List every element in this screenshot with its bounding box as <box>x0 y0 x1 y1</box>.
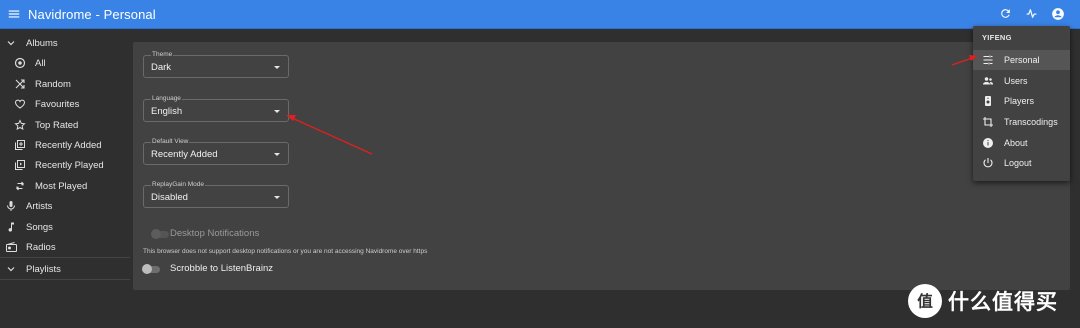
radio-icon <box>4 240 18 254</box>
power-icon <box>982 157 994 169</box>
menu-item-users[interactable]: Users <box>973 71 1070 91</box>
desktop-notifications-toggle[interactable] <box>151 229 169 239</box>
shuffle-icon <box>13 77 27 91</box>
menu-item-label: Players <box>1004 96 1035 106</box>
notification-helper-text: This browser does not support desktop no… <box>143 248 428 255</box>
heart-icon <box>13 97 27 111</box>
menu-item-logout[interactable]: Logout <box>973 153 1070 173</box>
sidebar-item-label: Albums <box>26 37 58 49</box>
chevron-down-icon <box>4 36 18 50</box>
menu-item-label: Personal <box>1004 55 1040 65</box>
menu-item-transcodings[interactable]: Transcodings <box>973 112 1070 132</box>
sidebar-item-label: Playlists <box>26 263 61 275</box>
menu-item-about[interactable]: About <box>973 133 1070 153</box>
sidebar-item-label: Most Played <box>35 180 88 192</box>
menu-item-label: Transcodings <box>1004 117 1058 127</box>
watermark: 值 什么值得买 <box>908 282 1073 320</box>
menu-item-personal[interactable]: Personal <box>973 50 1070 70</box>
sidebar-item-playlists[interactable]: Playlists <box>0 259 130 279</box>
desktop-notifications-label: Desktop Notifications <box>170 228 260 239</box>
sidebar-item-label: Songs <box>26 221 53 233</box>
sidebar-item-label: Favourites <box>35 98 80 110</box>
sidebar-item-label: Top Rated <box>35 119 79 131</box>
menu-item-label: Logout <box>1004 158 1032 168</box>
sidebar-item-label: All <box>35 57 46 69</box>
sidebar-item-recently-added[interactable]: Recently Added <box>0 135 130 155</box>
sidebar-item-label: Artists <box>26 200 53 212</box>
theme-value: Dark <box>151 62 172 73</box>
repeat-icon <box>13 179 27 193</box>
watermark-text: 什么值得买 <box>948 290 1058 314</box>
library-add-icon <box>13 138 27 152</box>
menu-item-players[interactable]: Players <box>973 91 1070 111</box>
dropdown-arrow-icon <box>274 196 280 199</box>
sidebar-divider <box>0 257 130 258</box>
menu-icon[interactable] <box>3 3 25 25</box>
speaker-icon <box>982 95 994 107</box>
replaygain-select[interactable]: ReplayGain Mode Disabled <box>143 180 289 208</box>
sidebar-item-songs[interactable]: Songs <box>0 217 130 237</box>
sidebar-item-label: Recently Added <box>35 139 102 151</box>
svg-text:值: 值 <box>917 292 933 311</box>
sidebar-item-label: Recently Played <box>35 159 104 171</box>
language-select[interactable]: Language English <box>143 94 289 122</box>
sidebar: Albums All Random Favourites Top Rated R… <box>0 31 130 328</box>
chevron-down-icon <box>4 262 18 276</box>
zhi-logo-icon: 值 <box>908 284 942 318</box>
sidebar-item-label: Random <box>35 78 71 90</box>
sidebar-item-top-rated[interactable]: Top Rated <box>0 115 130 135</box>
sidebar-item-albums[interactable]: Albums <box>0 33 130 53</box>
replaygain-label: ReplayGain Mode <box>151 180 206 189</box>
dropdown-arrow-icon <box>274 66 280 69</box>
username: YIFENG <box>982 33 1012 42</box>
menu-item-label: About <box>1004 138 1028 148</box>
library-play-icon <box>13 158 27 172</box>
sidebar-item-most-played[interactable]: Most Played <box>0 176 130 196</box>
sidebar-item-all[interactable]: All <box>0 53 130 73</box>
theme-select[interactable]: Theme Dark <box>143 50 289 78</box>
star-icon <box>13 118 27 132</box>
sidebar-item-artists[interactable]: Artists <box>0 196 130 216</box>
music-note-icon <box>4 220 18 234</box>
replaygain-value: Disabled <box>151 192 188 203</box>
sidebar-item-random[interactable]: Random <box>0 74 130 94</box>
app-title: Navidrome - Personal <box>28 6 156 22</box>
tune-icon <box>982 54 994 66</box>
theme-label: Theme <box>151 50 174 59</box>
refresh-icon[interactable] <box>997 5 1014 22</box>
account-circle-icon[interactable] <box>1049 5 1066 22</box>
sidebar-item-label: Radios <box>26 241 56 253</box>
info-icon <box>982 137 994 149</box>
dropdown-arrow-icon <box>274 110 280 113</box>
default-view-label: Default View <box>151 137 190 146</box>
user-menu: YIFENG Personal Users Players Transcodin… <box>973 26 1070 181</box>
scrobble-toggle[interactable] <box>142 264 160 274</box>
language-value: English <box>151 106 183 117</box>
app-bar: Navidrome - Personal <box>0 0 1080 29</box>
mic-icon <box>4 199 18 213</box>
activity-icon[interactable] <box>1023 5 1040 22</box>
crop-icon <box>982 116 994 128</box>
disc-icon <box>13 56 27 70</box>
sidebar-divider <box>0 279 130 280</box>
menu-item-label: Users <box>1004 76 1028 86</box>
scrobble-label: Scrobble to ListenBrainz <box>170 263 273 274</box>
people-icon <box>982 75 994 87</box>
sidebar-item-favourites[interactable]: Favourites <box>0 94 130 114</box>
default-view-select[interactable]: Default View Recently Added <box>143 137 289 165</box>
sidebar-item-recently-played[interactable]: Recently Played <box>0 155 130 175</box>
default-view-value: Recently Added <box>151 149 218 160</box>
sidebar-item-radios[interactable]: Radios <box>0 237 130 257</box>
dropdown-arrow-icon <box>274 153 280 156</box>
personal-settings-card: Theme Dark Language English Default View… <box>133 42 1070 290</box>
language-label: Language <box>151 94 182 103</box>
